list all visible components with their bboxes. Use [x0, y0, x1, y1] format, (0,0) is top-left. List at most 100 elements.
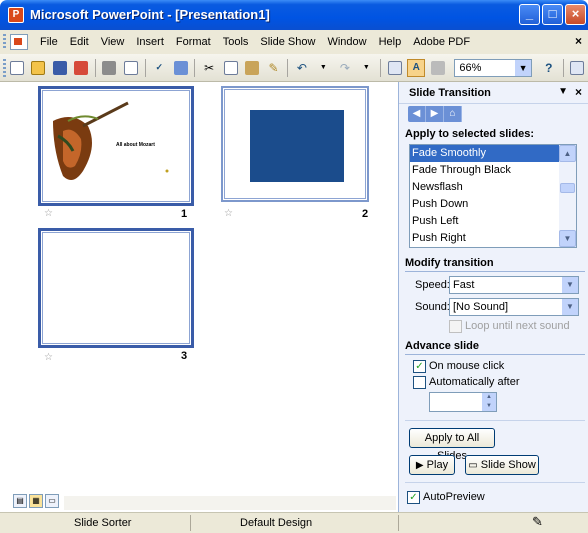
undo-icon[interactable]: ↶ — [293, 59, 310, 77]
permission-icon[interactable] — [72, 59, 89, 77]
list-item[interactable]: Push Down — [410, 196, 560, 213]
status-divider — [398, 515, 399, 531]
menu-file[interactable]: File — [34, 36, 64, 48]
task-pane-close-icon[interactable]: × — [575, 85, 582, 99]
horizontal-scrollbar[interactable] — [64, 496, 396, 510]
auto-after-spinner[interactable]: ▲ ▼ — [429, 392, 497, 412]
powerpoint-app-icon[interactable]: P — [8, 7, 24, 23]
menu-view[interactable]: View — [95, 36, 131, 48]
transition-star-icon: ☆ — [44, 208, 53, 219]
play-label: Play — [426, 459, 449, 471]
title-bar: P Microsoft PowerPoint - [Presentation1]… — [0, 0, 588, 30]
on-mouse-click-checkbox[interactable]: ✓ — [413, 360, 426, 373]
chevron-down-icon[interactable]: ▼ — [515, 59, 532, 76]
status-design: Default Design — [240, 517, 313, 529]
loop-label: Loop until next sound — [465, 320, 570, 332]
spelling-status-icon[interactable]: ✎ — [532, 514, 543, 530]
home-icon[interactable]: ⌂ — [444, 106, 462, 122]
new-icon[interactable] — [8, 59, 25, 77]
undo-dropdown-icon[interactable]: ▼ — [315, 59, 332, 77]
open-icon[interactable] — [29, 59, 46, 77]
toolbar-separator — [287, 58, 289, 77]
transition-list-scrollbar[interactable]: ▲ ▼ — [559, 145, 576, 247]
show-formatting-icon[interactable]: A — [407, 58, 425, 77]
list-item[interactable]: Fade Smoothly — [410, 145, 560, 162]
slide-thumbnail-2[interactable] — [221, 86, 369, 202]
format-painter-icon[interactable]: ✎ — [265, 59, 282, 77]
document-close-icon[interactable]: × — [575, 34, 582, 48]
chevron-down-icon[interactable]: ▼ — [562, 277, 578, 293]
menu-edit[interactable]: Edit — [64, 36, 95, 48]
apply-to-all-button[interactable]: Apply to All Slides — [409, 428, 495, 462]
chevron-up-icon[interactable]: ▲ — [559, 145, 576, 162]
scrollbar-thumb[interactable] — [560, 183, 575, 193]
sound-label: Sound: — [415, 301, 450, 313]
menu-tools[interactable]: Tools — [217, 36, 255, 48]
menu-insert[interactable]: Insert — [130, 36, 170, 48]
slide-show-view-icon[interactable]: ▭ — [45, 494, 59, 508]
list-item[interactable]: Newsflash — [410, 179, 560, 196]
speed-select[interactable]: Fast ▼ — [449, 276, 579, 294]
play-button[interactable]: ▶ Play — [409, 455, 455, 475]
normal-view-icon[interactable]: ▤ — [13, 494, 27, 508]
zoom-combo[interactable]: 66% ▼ — [454, 58, 533, 77]
divider — [405, 482, 585, 483]
print-preview-icon[interactable] — [122, 59, 139, 77]
paste-icon[interactable] — [243, 59, 260, 77]
menubar-grip[interactable] — [3, 34, 6, 50]
toolbar-separator — [380, 58, 381, 77]
on-mouse-click-label: On mouse click — [429, 360, 505, 372]
task-pane-menu-icon[interactable]: ▼ — [558, 86, 568, 97]
list-item[interactable]: Push Right — [410, 230, 560, 247]
zoom-value: 66% — [459, 61, 482, 74]
help-icon[interactable]: ? — [540, 59, 557, 77]
autopreview-checkbox[interactable]: ✓ — [407, 491, 420, 504]
chevron-down-icon[interactable]: ▼ — [562, 299, 578, 315]
menu-adobe-pdf[interactable]: Adobe PDF — [407, 36, 476, 48]
document-icon[interactable] — [10, 34, 28, 50]
redo-dropdown-icon[interactable]: ▼ — [358, 59, 375, 77]
slide-thumbnail-1[interactable]: All about Mozart — [38, 86, 194, 206]
advance-heading: Advance slide — [405, 340, 585, 355]
design-icon[interactable] — [568, 59, 585, 77]
minimize-button[interactable]: _ — [519, 4, 540, 25]
toolbar-separator — [194, 58, 196, 77]
back-icon[interactable]: ◀ — [408, 106, 426, 122]
save-icon[interactable] — [51, 59, 68, 77]
research-icon[interactable] — [172, 59, 189, 77]
close-button[interactable]: × — [565, 4, 586, 25]
print-icon[interactable] — [101, 59, 118, 77]
slide-number-1: 1 — [181, 208, 188, 220]
slide-1-canvas: All about Mozart — [42, 90, 190, 202]
slide-show-button[interactable]: ▭ Slide Show — [465, 455, 539, 475]
menu-format[interactable]: Format — [170, 36, 217, 48]
transition-list[interactable]: Fade Smoothly Fade Through Black Newsfla… — [409, 144, 577, 248]
chevron-down-icon[interactable]: ▼ — [559, 230, 576, 247]
spin-up-icon[interactable]: ▲ — [482, 393, 496, 402]
play-icon: ▶ — [415, 460, 424, 471]
toolbar-grip[interactable] — [3, 58, 6, 77]
slide-2-blue-rectangle — [250, 110, 344, 182]
spelling-icon[interactable]: ✓ — [151, 59, 168, 77]
slide-thumbnail-3[interactable] — [38, 228, 194, 348]
maximize-button[interactable]: □ — [542, 4, 563, 25]
auto-after-checkbox[interactable] — [413, 376, 426, 389]
list-item[interactable]: Push Left — [410, 213, 560, 230]
window-title: Microsoft PowerPoint - [Presentation1] — [30, 7, 270, 22]
copy-icon[interactable] — [222, 59, 239, 77]
slide-sorter-view-icon[interactable]: ▦ — [29, 494, 43, 508]
forward-icon[interactable]: ▶ — [426, 106, 444, 122]
apply-heading: Apply to selected slides: — [405, 128, 534, 140]
slide-number-2: 2 — [362, 208, 369, 220]
expand-all-icon[interactable] — [386, 59, 403, 77]
list-item[interactable]: Fade Through Black — [410, 162, 560, 179]
spin-down-icon[interactable]: ▼ — [482, 402, 496, 411]
cut-icon[interactable]: ✂ — [200, 59, 217, 77]
grayscale-icon[interactable] — [429, 59, 446, 77]
menu-slide-show[interactable]: Slide Show — [254, 36, 321, 48]
loop-checkbox[interactable] — [449, 320, 462, 333]
sound-select[interactable]: [No Sound] ▼ — [449, 298, 579, 316]
redo-icon[interactable]: ↷ — [336, 59, 353, 77]
menu-help[interactable]: Help — [373, 36, 408, 48]
menu-window[interactable]: Window — [321, 36, 372, 48]
